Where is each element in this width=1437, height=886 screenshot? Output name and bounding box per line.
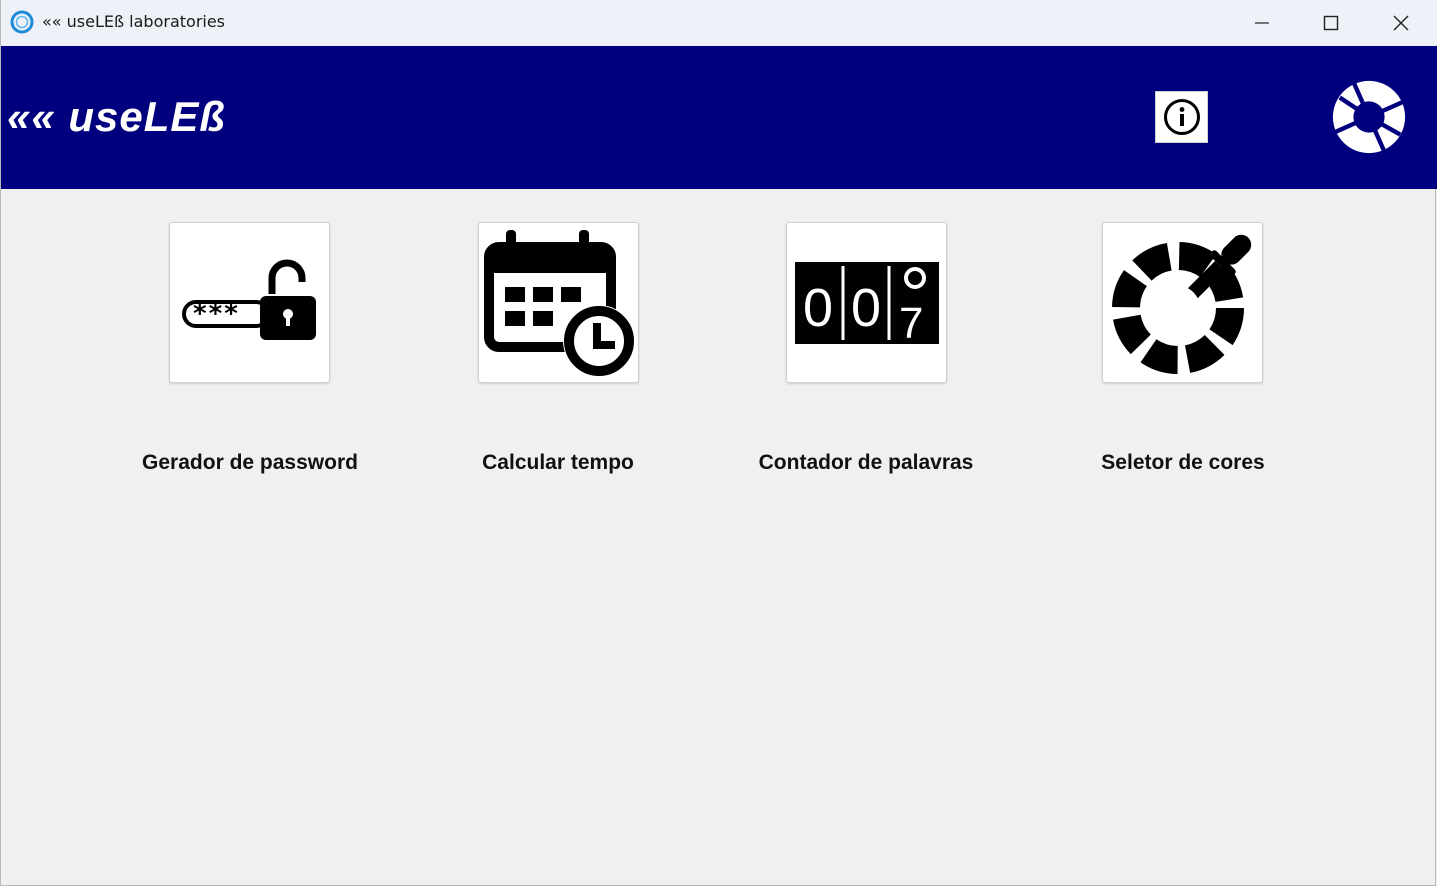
- title-bar[interactable]: «« useLEß laboratories: [1, 0, 1437, 46]
- app-logo-icon: [10, 10, 34, 34]
- minimize-button[interactable]: [1227, 0, 1297, 46]
- counter-icon: 0 0 7: [794, 261, 939, 348]
- word-counter-tile[interactable]: 0 0 7: [786, 222, 947, 383]
- color-picker-icon: [1111, 234, 1251, 374]
- minimize-icon: [1255, 22, 1269, 24]
- app-window: «« useLEß laboratories «« useLEß *** Ger…: [0, 0, 1437, 886]
- password-lock-icon: ***: [181, 259, 316, 340]
- password-generator-label: Gerador de password: [142, 451, 358, 474]
- counter-digit: 7: [899, 299, 923, 348]
- time-calculator-tile[interactable]: [478, 222, 639, 383]
- window-title: «« useLEß laboratories: [42, 12, 226, 31]
- counter-digit: 0: [803, 278, 833, 338]
- info-button[interactable]: [1155, 91, 1208, 143]
- word-counter-label: Contador de palavras: [758, 451, 974, 474]
- app-header: «« useLEß: [1, 46, 1437, 189]
- color-picker-tile[interactable]: [1102, 222, 1263, 383]
- info-icon: [1163, 99, 1200, 135]
- close-icon: [1393, 15, 1409, 31]
- svg-text:***: ***: [192, 299, 239, 329]
- close-button[interactable]: [1366, 0, 1436, 46]
- counter-digit: 0: [851, 278, 881, 338]
- maximize-button[interactable]: [1296, 0, 1366, 46]
- time-calculator-label: Calcular tempo: [482, 451, 634, 474]
- brand-title: «« useLEß: [7, 93, 227, 140]
- aperture-logo-icon[interactable]: [1330, 78, 1408, 156]
- maximize-icon: [1323, 15, 1339, 31]
- calendar-clock-icon: [484, 230, 635, 377]
- color-picker-label: Seletor de cores: [1101, 451, 1265, 474]
- password-generator-tile[interactable]: ***: [169, 222, 330, 383]
